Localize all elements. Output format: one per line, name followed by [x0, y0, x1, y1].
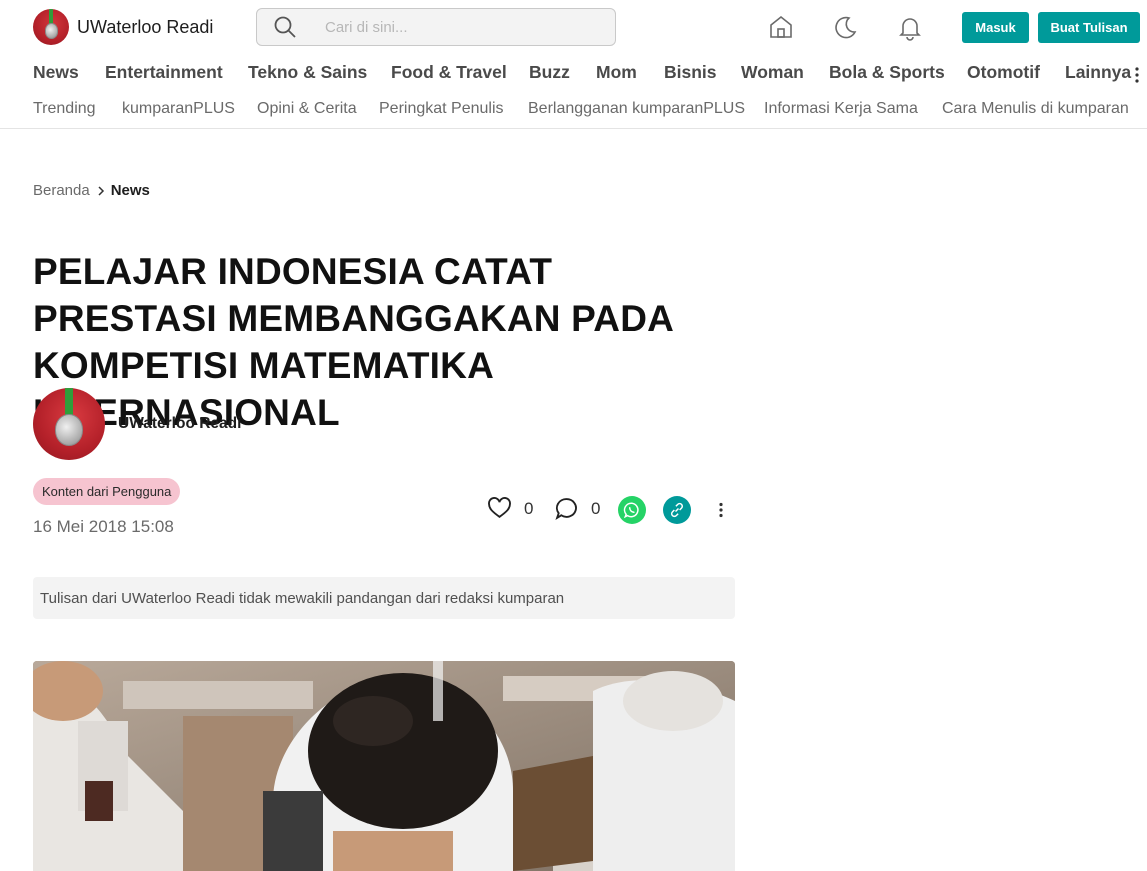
classroom-photo-illustration [33, 661, 735, 871]
breadcrumb-home-link[interactable]: Beranda [33, 182, 90, 199]
category-tekno-sains[interactable]: Tekno & Sains [248, 62, 367, 83]
author-name[interactable]: UWaterloo Readi [118, 415, 241, 433]
category-news[interactable]: News [33, 62, 79, 83]
search-input[interactable] [325, 18, 585, 36]
top-header: UWaterloo Readi Masuk Buat Tulisan [0, 0, 1147, 54]
category-otomotif[interactable]: Otomotif [967, 62, 1040, 83]
subnav-trending[interactable]: Trending [33, 100, 96, 118]
notification-bell-icon[interactable] [896, 13, 924, 41]
article-photo [33, 661, 735, 871]
comment-button[interactable]: 0 [554, 496, 600, 521]
home-icon[interactable] [767, 13, 795, 41]
login-button[interactable]: Masuk [962, 12, 1029, 43]
like-count: 0 [524, 498, 534, 518]
comment-bubble-icon [555, 498, 577, 521]
whatsapp-icon [623, 502, 639, 519]
article-title: PELAJAR INDONESIA CATAT PRESTASI MEMBANG… [33, 251, 673, 433]
write-article-button[interactable]: Buat Tulisan [1038, 12, 1140, 43]
brand-avatar-image [33, 9, 69, 45]
heart-icon [488, 497, 511, 518]
author-avatar[interactable] [33, 388, 105, 460]
copy-link-button[interactable] [663, 496, 691, 524]
brand-name: UWaterloo Readi [77, 16, 214, 37]
more-options-icon[interactable] [718, 502, 724, 518]
category-entertainment[interactable]: Entertainment [105, 62, 223, 83]
category-woman[interactable]: Woman [741, 62, 804, 83]
chevron-right-icon [98, 185, 104, 196]
subnav-peringkat-penulis[interactable]: Peringkat Penulis [379, 100, 504, 118]
subnav-cara-menulis[interactable]: Cara Menulis di kumparan [942, 100, 1129, 118]
publish-date: 16 Mei 2018 15:08 [33, 517, 174, 536]
more-vertical-icon[interactable] [1134, 67, 1140, 83]
subnav-berlangganan[interactable]: Berlangganan kumparanPLUS [528, 100, 745, 118]
subnav-kerja-sama[interactable]: Informasi Kerja Sama [764, 100, 918, 118]
search-icon [274, 16, 296, 38]
user-content-badge: Konten dari Pengguna [33, 478, 181, 505]
search-box[interactable] [256, 8, 616, 46]
header-divider [0, 128, 1147, 129]
subnav-kumparanplus[interactable]: kumparanPLUS [122, 100, 235, 118]
dark-mode-moon-icon[interactable] [831, 13, 859, 41]
subnav-opini-cerita[interactable]: Opini & Cerita [257, 100, 357, 118]
category-buzz[interactable]: Buzz [529, 62, 570, 83]
category-nav: News Entertainment Tekno & Sains Food & … [33, 62, 1147, 86]
sub-nav: Trending kumparanPLUS Opini & Cerita Per… [33, 100, 1147, 120]
link-icon [670, 502, 684, 518]
category-bisnis[interactable]: Bisnis [664, 62, 717, 83]
breadcrumb: Beranda News [33, 182, 150, 199]
category-lainnya[interactable]: Lainnya [1065, 62, 1131, 83]
disclaimer-text: Tulisan dari UWaterloo Readi tidak mewak… [40, 589, 565, 607]
share-whatsapp-button[interactable] [618, 496, 646, 524]
breadcrumb-current-link[interactable]: News [111, 182, 150, 199]
category-food-travel[interactable]: Food & Travel [391, 62, 507, 83]
category-bola-sports[interactable]: Bola & Sports [829, 62, 945, 83]
disclaimer-box: Tulisan dari UWaterloo Readi tidak mewak… [33, 577, 735, 619]
brand-logo-link[interactable]: UWaterloo Readi [33, 9, 213, 45]
comment-count: 0 [591, 498, 601, 518]
category-mom[interactable]: Mom [596, 62, 637, 83]
like-button[interactable]: 0 [487, 496, 533, 521]
